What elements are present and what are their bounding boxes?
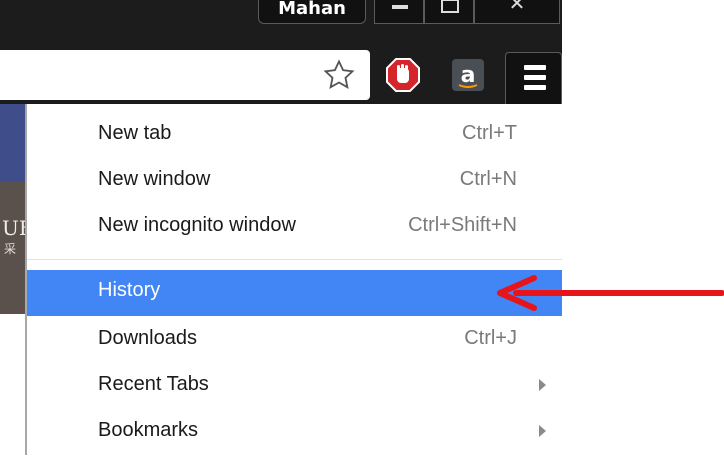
menu-item-label: History bbox=[98, 279, 161, 301]
menu-item-new-tab[interactable]: New tab Ctrl+T bbox=[27, 113, 562, 159]
menu-item-label: New tab bbox=[98, 122, 172, 144]
menu-item-shortcut: Ctrl+J bbox=[464, 327, 517, 349]
hamburger-menu-icon[interactable] bbox=[505, 52, 562, 104]
close-icon: ✕ bbox=[508, 0, 526, 15]
chrome-main-menu: New tab Ctrl+T New window Ctrl+N New inc… bbox=[25, 104, 562, 455]
menu-item-new-window[interactable]: New window Ctrl+N bbox=[27, 159, 562, 205]
menu-item-downloads[interactable]: Downloads Ctrl+J bbox=[27, 318, 562, 364]
menu-item-new-incognito-window[interactable]: New incognito window Ctrl+Shift+N bbox=[27, 205, 562, 251]
menu-item-label: Downloads bbox=[98, 327, 197, 349]
stop-hand-icon[interactable] bbox=[386, 58, 420, 92]
close-button[interactable]: ✕ bbox=[474, 0, 560, 24]
star-outline-icon[interactable] bbox=[322, 58, 356, 92]
page-subtext: 采 bbox=[4, 242, 17, 256]
menu-item-shortcut: Ctrl+Shift+N bbox=[408, 214, 517, 236]
address-bar[interactable] bbox=[0, 50, 370, 100]
submenu-arrow-icon bbox=[539, 379, 546, 391]
menu-item-shortcut: Ctrl+N bbox=[459, 168, 517, 190]
submenu-arrow-icon bbox=[539, 425, 546, 437]
menu-item-bookmarks[interactable]: Bookmarks bbox=[27, 410, 562, 456]
restore-button[interactable] bbox=[424, 0, 474, 24]
profile-button[interactable]: Mahan bbox=[258, 0, 366, 24]
menu-item-label: Bookmarks bbox=[98, 419, 199, 441]
menu-item-label: New window bbox=[98, 168, 211, 190]
menu-item-shortcut: Ctrl+T bbox=[462, 122, 517, 144]
minimize-button[interactable] bbox=[374, 0, 424, 24]
page-content: UE 采 bbox=[0, 104, 33, 314]
browser-chrome: Mahan ✕ a bbox=[0, 0, 562, 104]
menu-item-recent-tabs[interactable]: Recent Tabs bbox=[27, 364, 562, 410]
menu-item-label: New incognito window bbox=[98, 214, 296, 236]
svg-text:a: a bbox=[461, 63, 476, 88]
amazon-icon[interactable]: a bbox=[451, 58, 485, 92]
menu-item-label: Recent Tabs bbox=[98, 373, 209, 395]
menu-item-history[interactable]: History bbox=[27, 270, 562, 316]
annotation-arrow-icon bbox=[497, 275, 724, 311]
menu-separator bbox=[27, 259, 562, 260]
